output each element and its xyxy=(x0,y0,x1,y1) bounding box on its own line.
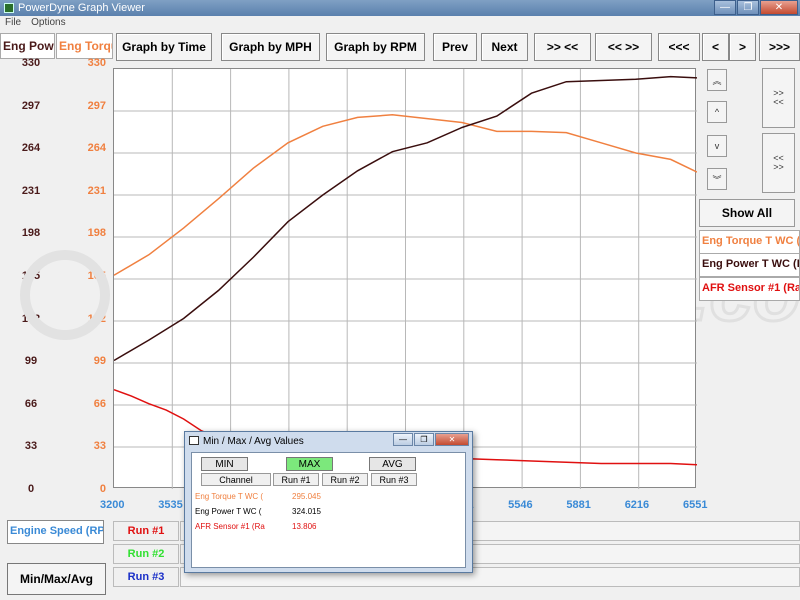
y-tick-torque: 132 xyxy=(87,312,106,325)
scroll-down-fast-button[interactable]: ︾ xyxy=(707,168,727,190)
min-button[interactable]: MIN xyxy=(201,457,248,471)
window-icon xyxy=(189,436,199,445)
up-icon: ^ xyxy=(714,107,720,117)
y-tick-power: 0 xyxy=(27,483,35,495)
channel-tab-power[interactable]: Eng Powe xyxy=(0,33,55,59)
dialog-body: MIN MAX AVG Channel Run #1 Run #2 Run #3… xyxy=(191,452,466,568)
collapse-icon: >> << xyxy=(773,88,784,107)
app-icon xyxy=(4,3,14,13)
x-tick-label: 5546 xyxy=(508,499,533,511)
zoom-out-button[interactable]: << >> xyxy=(595,33,652,61)
expand-icon: << >> xyxy=(773,153,784,172)
y-tick-torque: 99 xyxy=(93,355,106,368)
legend-power[interactable]: Eng Power T WC (I xyxy=(699,253,800,277)
run-2-label[interactable]: Run #2 xyxy=(113,544,179,564)
graph-by-mph-button[interactable]: Graph by MPH xyxy=(221,33,320,61)
window-title: PowerDyne Graph Viewer xyxy=(18,2,145,14)
y-tick-power: 198 xyxy=(21,227,41,240)
dialog-title-bar[interactable]: Min / Max / Avg Values — ❐ ✕ xyxy=(185,432,472,450)
scroll-up-fast-button[interactable]: ︽ xyxy=(707,69,727,91)
scroll-down-button[interactable]: v xyxy=(707,135,727,157)
y-tick-torque: 231 xyxy=(87,184,106,197)
step-back-button[interactable]: < xyxy=(702,33,729,61)
menu-options[interactable]: Options xyxy=(31,17,65,28)
minimize-button[interactable]: — xyxy=(714,0,736,15)
menu-file[interactable]: File xyxy=(5,17,21,28)
column-header-run-3: Run #3 xyxy=(371,473,417,486)
double-down-icon: ︾ xyxy=(712,174,722,185)
dialog-title: Min / Max / Avg Values xyxy=(203,435,304,447)
title-bar: PowerDyne Graph Viewer — ❐ ✕ xyxy=(0,0,800,16)
x-tick-label: 3200 xyxy=(100,499,125,511)
y-tick-power: 132 xyxy=(21,312,41,325)
column-header-run-1: Run #1 xyxy=(273,473,319,486)
y-tick-torque: 66 xyxy=(93,397,106,410)
graph-area[interactable] xyxy=(113,68,698,489)
y-tick-power: 297 xyxy=(21,99,41,112)
run-3-label[interactable]: Run #3 xyxy=(113,567,179,587)
legend-torque[interactable]: Eng Torque T WC ( xyxy=(699,230,800,254)
double-up-icon: ︽ xyxy=(712,75,722,86)
row-power-channel: Eng Power T WC ( xyxy=(195,507,262,516)
down-icon: v xyxy=(714,141,720,151)
y-tick-power: 33 xyxy=(24,440,38,453)
step-forward-button[interactable]: > xyxy=(729,33,756,61)
scroll-up-button[interactable]: ^ xyxy=(707,101,727,123)
channel-tab-torque[interactable]: Eng Torque xyxy=(56,33,113,59)
next-button[interactable]: Next xyxy=(481,33,528,61)
row-torque-run-1: 295.045 xyxy=(292,492,321,501)
collapse-axis-button[interactable]: >> << xyxy=(762,68,795,128)
column-header-run-2: Run #2 xyxy=(322,473,368,486)
prev-button[interactable]: Prev xyxy=(433,33,477,61)
row-afr-run-1: 13.806 xyxy=(292,522,317,531)
dialog-close-button[interactable]: ✕ xyxy=(435,433,469,446)
dialog-minimize-button[interactable]: — xyxy=(393,433,413,446)
row-torque-channel: Eng Torque T WC ( xyxy=(195,492,264,501)
graph-by-time-button[interactable]: Graph by Time xyxy=(116,33,212,61)
y-tick-power: 264 xyxy=(21,142,41,155)
x-tick-label: 6551 xyxy=(683,499,708,511)
y-tick-power: 66 xyxy=(24,397,38,410)
x-tick-label: 6216 xyxy=(624,499,650,511)
expand-axis-button[interactable]: << >> xyxy=(762,133,795,193)
zoom-in-button[interactable]: >> << xyxy=(534,33,591,61)
show-all-button[interactable]: Show All xyxy=(699,199,795,227)
graph-by-rpm-button[interactable]: Graph by RPM xyxy=(326,33,425,61)
x-tick-label: 3535 xyxy=(158,499,183,511)
first-button[interactable]: <<< xyxy=(658,33,700,61)
y-tick-power: 99 xyxy=(24,355,38,368)
close-button[interactable]: ✕ xyxy=(760,0,798,15)
y-tick-torque: 33 xyxy=(93,440,106,453)
y-tick-torque: 198 xyxy=(87,227,106,240)
y-tick-torque: 165 xyxy=(87,270,106,282)
row-power-run-1: 324.015 xyxy=(292,507,321,516)
avg-button[interactable]: AVG xyxy=(369,457,416,471)
dialog-maximize-button[interactable]: ❐ xyxy=(414,433,434,446)
y-tick-torque: 264 xyxy=(87,142,106,155)
y-tick-power: 330 xyxy=(21,57,41,69)
last-button[interactable]: >>> xyxy=(759,33,800,61)
y-tick-torque: 297 xyxy=(87,99,106,112)
menu-bar: File Options xyxy=(0,16,800,29)
column-header-channel: Channel xyxy=(201,473,271,486)
maximize-button[interactable]: ❐ xyxy=(737,0,759,15)
x-tick-label: 5881 xyxy=(566,499,591,511)
y-tick-power: 165 xyxy=(21,270,41,282)
run-1-label[interactable]: Run #1 xyxy=(113,521,179,541)
max-button[interactable]: MAX xyxy=(286,457,333,471)
line-chart xyxy=(113,69,698,489)
y-tick-torque: 0 xyxy=(99,483,106,495)
y-tick-power: 231 xyxy=(21,184,41,197)
y-tick-torque: 330 xyxy=(87,57,106,69)
min-max-avg-dialog: Min / Max / Avg Values — ❐ ✕ MIN MAX AVG… xyxy=(184,431,473,573)
x-axis-channel-label[interactable]: Engine Speed (RPM xyxy=(7,520,104,544)
row-afr-channel: AFR Sensor #1 (Ra xyxy=(195,522,265,531)
min-max-avg-button[interactable]: Min/Max/Avg xyxy=(7,563,106,595)
legend-afr[interactable]: AFR Sensor #1 (Ra xyxy=(699,277,800,301)
